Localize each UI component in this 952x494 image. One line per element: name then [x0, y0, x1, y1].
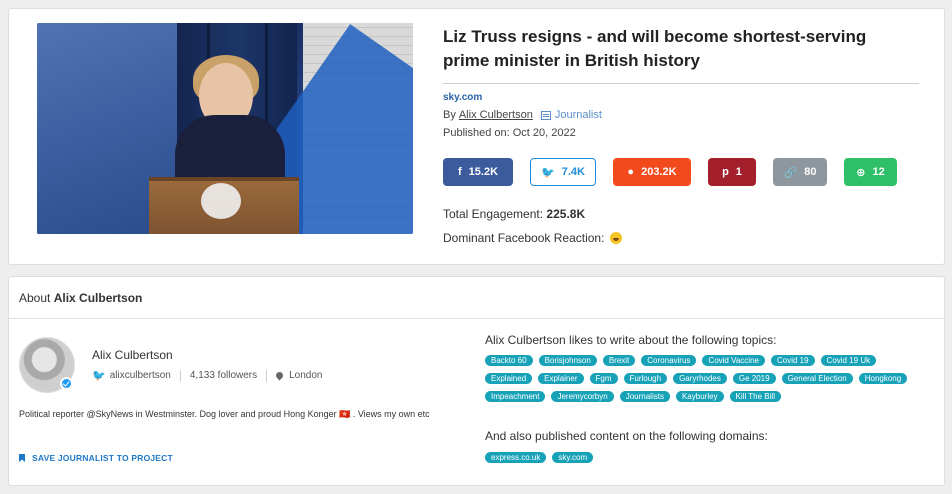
- author-link[interactable]: Alix Culbertson: [459, 109, 533, 121]
- verified-badge-icon: [60, 377, 73, 390]
- published-date: Published on: Oct 20, 2022: [443, 127, 576, 139]
- about-title: About Alix Culbertson: [19, 291, 142, 305]
- domain-tag[interactable]: express.co.uk: [485, 452, 547, 463]
- pinterest-shares-button[interactable]: p 1: [708, 158, 756, 186]
- topic-tag[interactable]: Hongkong: [858, 373, 908, 384]
- author-role: Journalist: [554, 109, 602, 121]
- about-title-prefix: About: [19, 291, 51, 305]
- topic-tag[interactable]: Covid Vaccine: [702, 355, 765, 366]
- about-title-name: Alix Culbertson: [53, 291, 143, 305]
- topic-tag[interactable]: Kayburley: [675, 391, 724, 402]
- topic-tag[interactable]: Explained: [485, 373, 533, 384]
- royal-crest: [201, 183, 241, 219]
- reddit-icon: ●: [627, 166, 635, 178]
- total-engagement: Total Engagement: 225.8K: [443, 207, 585, 221]
- article-headline[interactable]: Liz Truss resigns - and will become shor…: [443, 25, 903, 73]
- twitter-count: 7.4K: [561, 166, 585, 178]
- topic-tag[interactable]: Backto 60: [485, 355, 533, 366]
- facebook-icon: f: [457, 166, 462, 178]
- divider: [443, 83, 919, 84]
- links-count-button[interactable]: 🔗 80: [773, 158, 827, 186]
- by-label: By: [443, 109, 456, 121]
- journalist-meta: 🐦 alixculbertson 4,133 followers London: [92, 369, 323, 382]
- topic-tag[interactable]: Explainer: [538, 373, 584, 384]
- byline: By Alix Culbertson Journalist: [443, 109, 602, 121]
- topic-tag[interactable]: General Election: [781, 373, 853, 384]
- facebook-count: 15.2K: [468, 166, 499, 178]
- article-image[interactable]: [37, 23, 413, 234]
- dominant-reaction: Dominant Facebook Reaction:: [443, 231, 623, 245]
- save-journalist-label: SAVE JOURNALIST TO PROJECT: [32, 453, 173, 463]
- about-header: About Alix Culbertson: [9, 277, 944, 319]
- share-icon: ⊕: [856, 166, 866, 179]
- total-engagement-label: Total Engagement:: [443, 207, 544, 221]
- topic-tag[interactable]: Coronavirus: [641, 355, 697, 366]
- link-icon: 🔗: [783, 166, 798, 179]
- dominant-reaction-label: Dominant Facebook Reaction:: [443, 231, 605, 245]
- domain-tags: express.co.uk sky.com: [485, 452, 599, 470]
- location: London: [289, 370, 323, 381]
- other-count: 12: [872, 166, 885, 178]
- topic-tag[interactable]: Ge 2019: [732, 373, 776, 384]
- pinterest-icon: p: [722, 166, 729, 178]
- reddit-shares-button[interactable]: ● 203.2K: [613, 158, 691, 186]
- domains-label: And also published content on the follow…: [485, 429, 768, 443]
- article-card: Liz Truss resigns - and will become shor…: [8, 8, 945, 265]
- topic-tags: Backto 60 Borisjohnson Brexit Coronaviru…: [485, 355, 925, 409]
- domain-tag[interactable]: sky.com: [552, 452, 594, 463]
- topic-tag[interactable]: Fgm: [589, 373, 618, 384]
- topic-tag[interactable]: Brexit: [602, 355, 636, 366]
- topics-label: Alix Culbertson likes to write about the…: [485, 333, 777, 347]
- about-journalist-card: About Alix Culbertson Alix Culbertson 🐦 …: [8, 276, 945, 486]
- twitter-icon: 🐦: [541, 166, 555, 179]
- journalist-bio: Political reporter @SkyNews in Westminst…: [19, 409, 430, 419]
- article-source[interactable]: sky.com: [443, 92, 482, 103]
- twitter-icon: 🐦: [92, 370, 106, 382]
- separator: [266, 369, 268, 382]
- topic-tag[interactable]: Kill The Bill: [729, 391, 781, 402]
- separator: [179, 369, 181, 382]
- topic-tag[interactable]: Borisjohnson: [538, 355, 597, 366]
- twitter-handle[interactable]: alixculbertson: [110, 370, 171, 381]
- pinterest-count: 1: [735, 166, 742, 178]
- links-count: 80: [804, 166, 817, 178]
- followers-count: 4,133 followers: [189, 370, 258, 381]
- bookmark-icon: [19, 454, 25, 462]
- topic-tag[interactable]: Garyrhodes: [673, 373, 727, 384]
- location-pin-icon: [274, 370, 285, 381]
- other-shares-button[interactable]: ⊕ 12: [844, 158, 897, 186]
- save-journalist-button[interactable]: SAVE JOURNALIST TO PROJECT: [19, 453, 173, 463]
- topic-tag[interactable]: Furlough: [623, 373, 668, 384]
- laughing-emoji-icon: [610, 232, 623, 244]
- journalist-card-icon: [540, 110, 551, 120]
- facebook-shares-button[interactable]: f 15.2K: [443, 158, 513, 186]
- reddit-count: 203.2K: [641, 166, 677, 178]
- journalist-name[interactable]: Alix Culbertson: [92, 348, 173, 362]
- share-counts: f 15.2K 🐦 7.4K ● 203.2K p 1 🔗 80 ⊕ 12: [443, 158, 897, 186]
- topic-tag[interactable]: Journalists: [619, 391, 670, 402]
- total-engagement-value: 225.8K: [546, 207, 586, 221]
- twitter-shares-button[interactable]: 🐦 7.4K: [530, 158, 596, 186]
- topic-tag[interactable]: Covid 19: [770, 355, 815, 366]
- topic-tag[interactable]: Covid 19 Uk: [820, 355, 877, 366]
- topic-tag[interactable]: Impeachment: [485, 391, 546, 402]
- topic-tag[interactable]: Jeremycorbyn: [551, 391, 614, 402]
